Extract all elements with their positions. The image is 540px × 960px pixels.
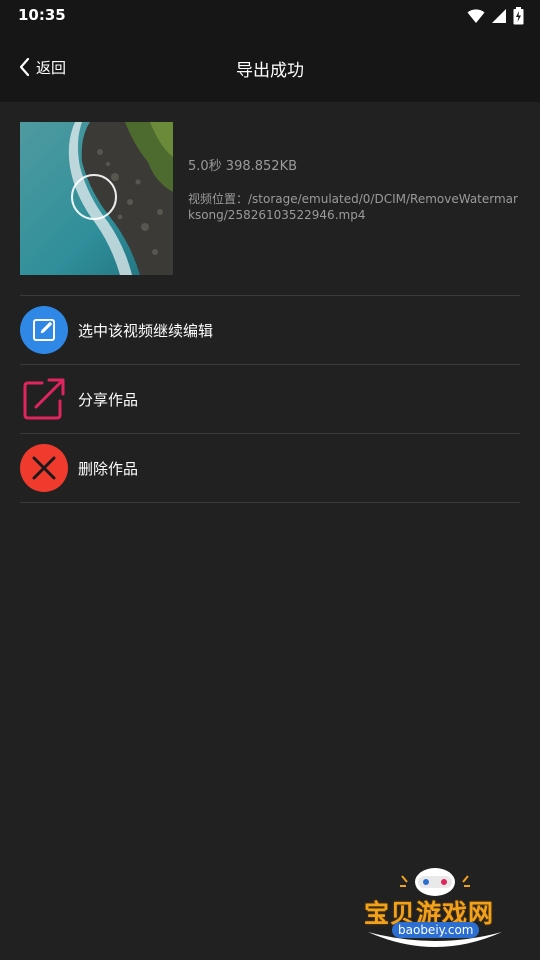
delete-label: 删除作品 bbox=[78, 459, 139, 478]
site-watermark: 宝贝游戏网 baobeiy.com bbox=[362, 862, 508, 954]
edit-icon bbox=[20, 306, 68, 354]
status-icons bbox=[467, 7, 524, 25]
share-icon bbox=[20, 375, 68, 423]
continue-edit-label: 选中该视频继续编辑 bbox=[78, 321, 214, 340]
video-card: 5.0秒 398.852KB 视频位置：/storage/emulated/0/… bbox=[20, 122, 520, 275]
delete-icon bbox=[20, 444, 68, 492]
battery-icon bbox=[513, 7, 524, 25]
status-bar: 10:35 bbox=[0, 0, 540, 32]
wifi-icon bbox=[467, 9, 485, 23]
app-bar: 返回 导出成功 bbox=[0, 32, 540, 102]
share-button[interactable]: 分享作品 bbox=[20, 365, 520, 433]
continue-edit-button[interactable]: 选中该视频继续编辑 bbox=[20, 296, 520, 364]
watermark-url: baobeiy.com bbox=[392, 922, 480, 938]
page-title: 导出成功 bbox=[236, 61, 304, 81]
status-time: 10:35 bbox=[18, 6, 66, 24]
video-duration-size: 5.0秒 398.852KB bbox=[188, 159, 298, 174]
share-label: 分享作品 bbox=[78, 390, 139, 409]
video-thumbnail[interactable] bbox=[20, 122, 173, 275]
delete-button[interactable]: 删除作品 bbox=[20, 434, 520, 502]
signal-icon bbox=[492, 9, 506, 23]
play-icon[interactable] bbox=[71, 174, 117, 220]
divider bbox=[20, 502, 520, 503]
video-location: 视频位置：/storage/emulated/0/DCIM/RemoveWate… bbox=[188, 192, 518, 222]
